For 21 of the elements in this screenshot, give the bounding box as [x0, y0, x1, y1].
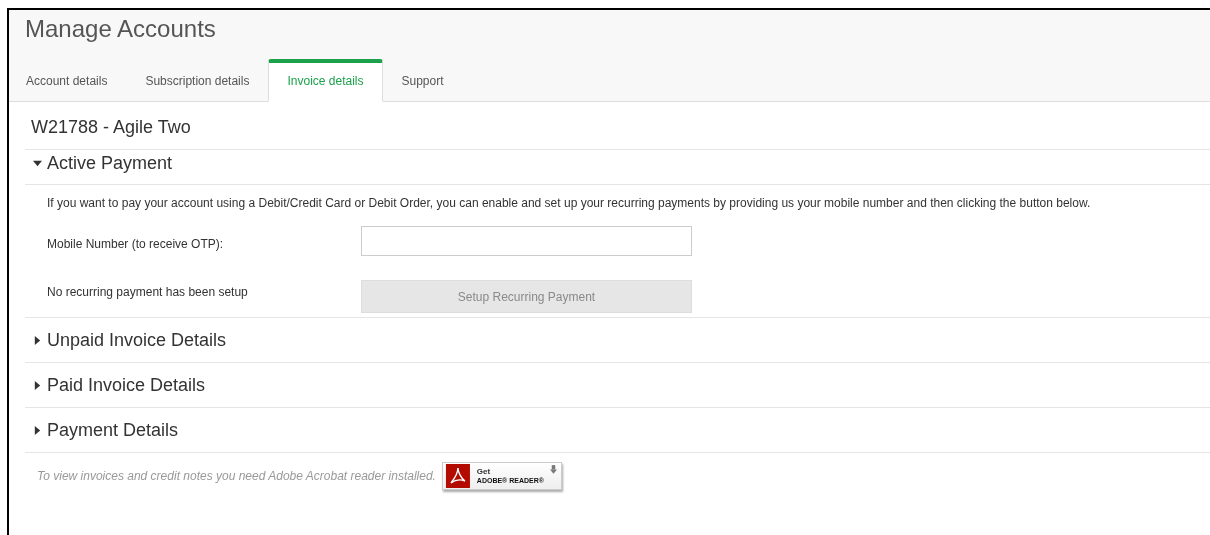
tab[interactable]: Support [382, 59, 463, 102]
page-title: Manage Accounts [24, 14, 217, 44]
section-toggle[interactable]: Paid Invoice Details [25, 363, 206, 407]
field-label: Mobile Number (to receive OTP): [47, 237, 225, 251]
section-toggle[interactable]: Payment Details [25, 408, 179, 452]
download-arrow-icon [549, 465, 557, 474]
caret-icon [33, 381, 42, 390]
tab[interactable]: Subscription details [126, 59, 269, 102]
mobile-number-field[interactable] [361, 226, 692, 256]
tab[interactable]: Account details [16, 59, 127, 102]
caret-icon [33, 159, 42, 168]
pdf-logo-icon [444, 464, 471, 488]
status-text: No recurring payment has been setup [47, 284, 249, 299]
caret-icon [33, 336, 42, 345]
caret-icon [33, 426, 42, 435]
tab[interactable]: Invoice details [268, 59, 383, 102]
intro-text: If you want to pay your account using a Debit/Credit Card or Debit Order, you can enable and set up your recurring payments by providing us your mobile number and then clicking the button below. [47, 195, 1092, 210]
section-toggle[interactable]: Active Payment [25, 150, 173, 185]
account-heading: W21788 - Agile Two [25, 102, 1210, 150]
footer-note: To view invoices and credit notes you need Adobe Acrobat reader installed. [37, 469, 436, 483]
section-toggle[interactable]: Unpaid Invoice Details [25, 318, 227, 362]
